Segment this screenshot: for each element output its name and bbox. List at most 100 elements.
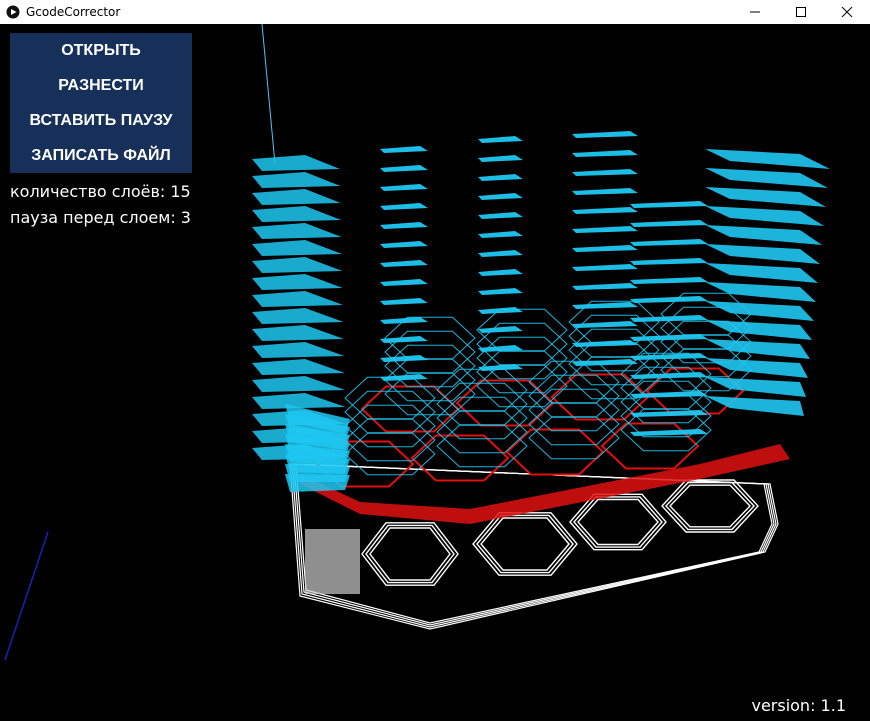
layer-dash (380, 146, 428, 153)
layer-dash (630, 372, 708, 379)
layer-dash (572, 169, 638, 176)
layer-dash (380, 336, 428, 343)
layer-dash (478, 326, 523, 333)
layer-dash (478, 136, 523, 143)
layer-dash (380, 241, 428, 248)
layer-cell (344, 390, 436, 434)
layer-dash (478, 193, 523, 200)
close-icon (841, 6, 853, 18)
layer-dash (630, 277, 708, 284)
layer-slice (252, 240, 342, 256)
layer-dash (380, 184, 428, 191)
layer-cell (436, 396, 528, 440)
maximize-icon (796, 7, 806, 17)
window-title: GcodeCorrector (26, 5, 121, 19)
layer-slice (285, 474, 350, 492)
base-cell (665, 481, 755, 531)
layer-cell (528, 388, 620, 432)
layer-cell (528, 374, 620, 418)
layer-cell (384, 344, 476, 388)
layer-cell (384, 330, 476, 374)
base-cell (573, 496, 663, 548)
layer-dash (478, 288, 523, 295)
layer-shard (705, 377, 806, 397)
layer-slice (252, 189, 341, 205)
minimize-button[interactable] (732, 0, 778, 24)
base-outline (295, 463, 773, 624)
layer-cell (344, 418, 436, 462)
layer-dash (572, 302, 638, 309)
layer-dash (572, 245, 638, 252)
base-plate (289, 463, 779, 630)
action-menu: ОТКРЫТЬ РАЗНЕСТИ ВСТАВИТЬ ПАУЗУ ЗАПИСАТЬ… (10, 33, 192, 173)
layer-shard (705, 244, 820, 264)
layer-shard (705, 320, 812, 340)
base-cell (661, 479, 759, 533)
layer-slice (252, 155, 340, 171)
layer-slice (252, 393, 346, 409)
layer-dash (630, 429, 708, 436)
base-infill (305, 529, 360, 594)
base-cell (480, 517, 570, 571)
close-button[interactable] (824, 0, 870, 24)
layer-dash (572, 340, 638, 347)
spread-button[interactable]: РАЗНЕСТИ (10, 68, 192, 103)
layer-dash (572, 264, 638, 271)
layer-shard (705, 358, 808, 378)
app-play-icon (6, 5, 20, 19)
layer-dash (380, 222, 428, 229)
layer-dash (478, 231, 523, 238)
layer-dash (630, 201, 708, 208)
layer-slice (252, 359, 345, 375)
layer-dash (630, 220, 708, 227)
layer-dash (572, 321, 638, 328)
open-button[interactable]: ОТКРЫТЬ (10, 33, 192, 68)
layer-shard (705, 225, 822, 245)
layer-dash (572, 359, 638, 366)
layer-slice (252, 342, 345, 358)
layer-slice (252, 308, 344, 324)
layer-dash (572, 207, 638, 214)
axis-line-z (261, 24, 276, 165)
layer-cell (476, 350, 568, 394)
layer-slice (252, 291, 344, 307)
axis-line-x (4, 531, 49, 661)
upper-layers (252, 131, 830, 492)
layer-cell (528, 416, 620, 460)
layer-dash (380, 317, 428, 324)
layer-dash (630, 353, 708, 360)
layer-shard (705, 206, 824, 226)
app-window: GcodeCorrector ОТКРЫТЬ РАЗНЕСТИ ВСТАВИТЬ… (0, 0, 870, 721)
layer-cell (476, 336, 568, 380)
layer-dash (630, 296, 708, 303)
layer-slice (252, 376, 346, 392)
window-controls (732, 0, 870, 24)
layer-slice (252, 223, 342, 239)
layer-dash (380, 260, 428, 267)
layer-dash (478, 155, 523, 162)
layer-shard (705, 187, 826, 207)
write-file-button[interactable]: ЗАПИСАТЬ ФАЙЛ (10, 138, 192, 173)
insert-pause-button[interactable]: ВСТАВИТЬ ПАУЗУ (10, 103, 192, 138)
layer-dash (630, 258, 708, 265)
layer-dash (572, 131, 638, 138)
base-cell (472, 512, 578, 576)
layer-slice (252, 206, 342, 222)
layer-slice (252, 172, 341, 188)
layer-slice (252, 325, 344, 341)
base-outline (289, 463, 779, 630)
base-cell (365, 524, 455, 584)
base-cell (369, 527, 451, 581)
layer-count-text: количество слоёв: 15 (10, 182, 191, 201)
maximize-button[interactable] (778, 0, 824, 24)
layer-slice (252, 257, 343, 273)
3d-viewport[interactable]: ОТКРЫТЬ РАЗНЕСТИ ВСТАВИТЬ ПАУЗУ ЗАПИСАТЬ… (0, 24, 870, 721)
layer-dash (572, 150, 638, 157)
title-bar: GcodeCorrector (0, 0, 870, 24)
layer-shard (705, 282, 816, 302)
layer-dash (380, 279, 428, 286)
base-cell (569, 493, 667, 551)
layer-dash (572, 226, 638, 233)
layer-cell (528, 402, 620, 446)
layer-dash (572, 283, 638, 290)
